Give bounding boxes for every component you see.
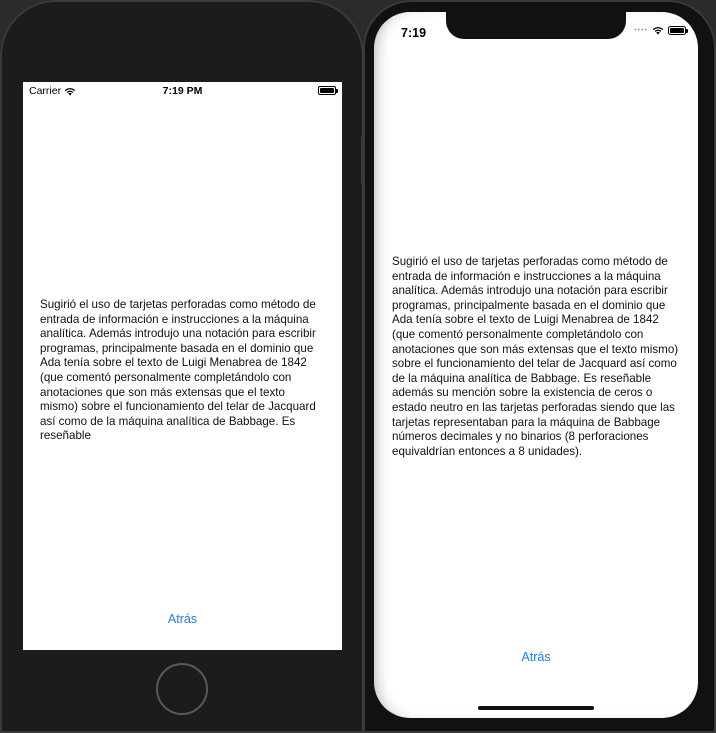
left-screen: Carrier 7:19 PM Sugirió el uso de tarjet… bbox=[23, 82, 342, 650]
back-button[interactable]: Atrás bbox=[374, 650, 698, 664]
wifi-icon bbox=[652, 27, 664, 35]
home-button[interactable] bbox=[156, 663, 208, 715]
iphone-x-device: 7:19 •••• Sugirió el uso de tarjetas per… bbox=[363, 0, 716, 733]
battery-icon bbox=[668, 26, 688, 35]
battery-icon bbox=[318, 86, 338, 95]
right-body-text: Sugirió el uso de tarjetas perforadas co… bbox=[392, 255, 679, 458]
left-body-text: Sugirió el uso de tarjetas perforadas co… bbox=[40, 298, 316, 442]
left-status-time: 7:19 PM bbox=[162, 85, 203, 97]
home-indicator[interactable] bbox=[478, 706, 594, 710]
back-button[interactable]: Atrás bbox=[23, 612, 342, 626]
left-status-bar: Carrier 7:19 PM bbox=[23, 82, 342, 100]
simulator-stage: Carrier 7:19 PM Sugirió el uso de tarjet… bbox=[0, 0, 716, 733]
right-status-time: 7:19 bbox=[401, 26, 427, 40]
iphone-8-device: Carrier 7:19 PM Sugirió el uso de tarjet… bbox=[0, 0, 364, 733]
right-status-icons: •••• bbox=[634, 26, 688, 35]
right-screen: 7:19 •••• Sugirió el uso de tarjetas per… bbox=[374, 12, 698, 718]
notch bbox=[446, 12, 626, 39]
signal-dots-icon: •••• bbox=[634, 27, 648, 34]
